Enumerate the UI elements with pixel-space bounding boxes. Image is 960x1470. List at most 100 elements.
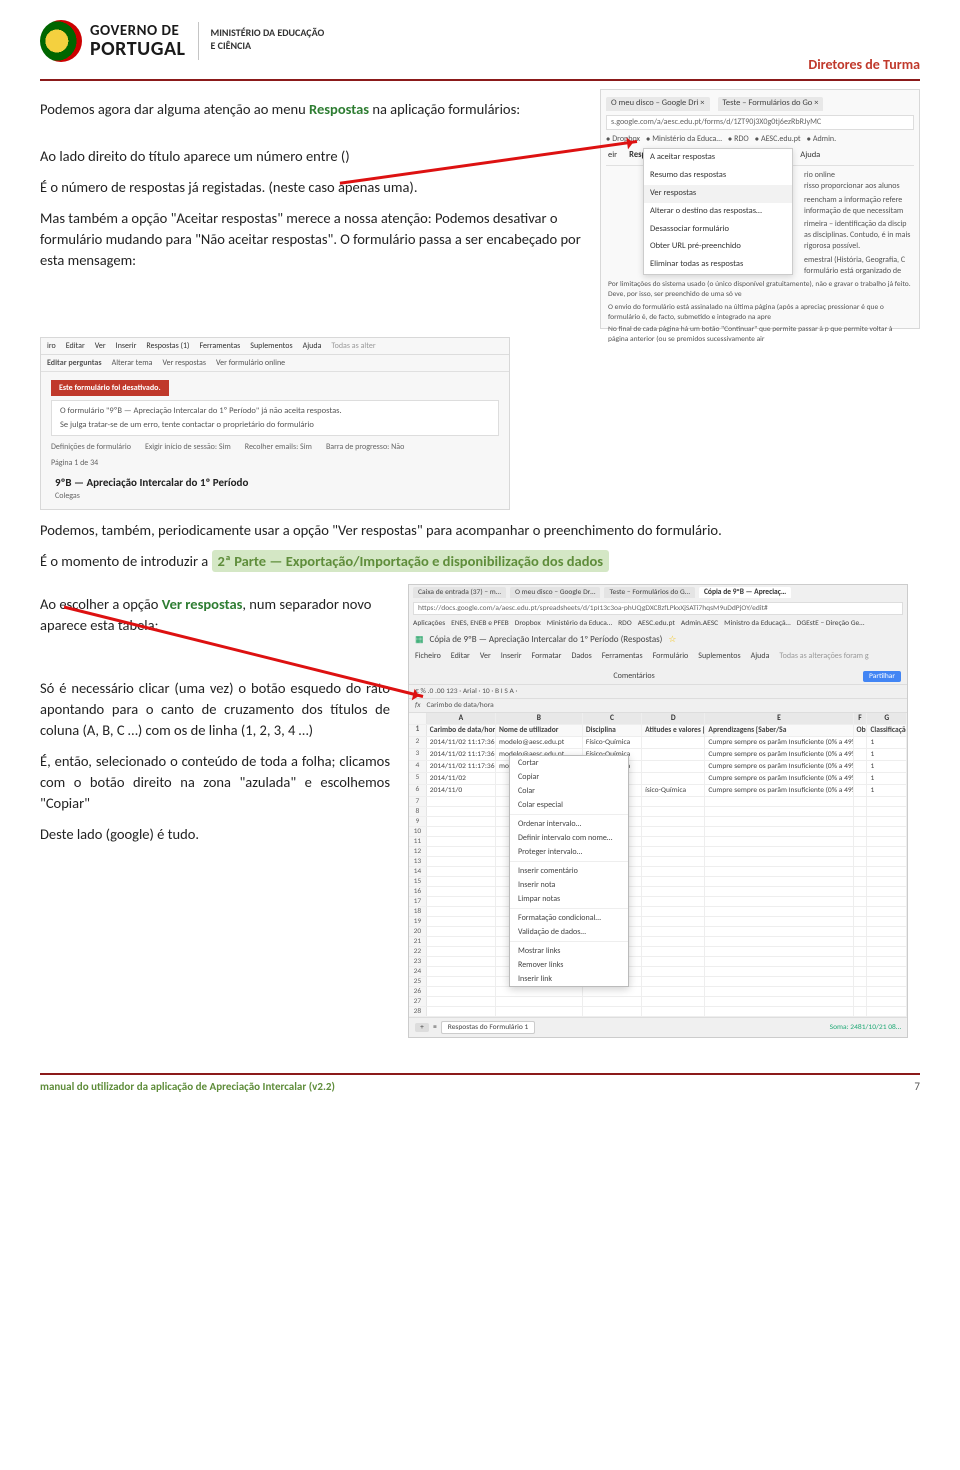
cell[interactable]: 2014/11/02 11:17:36 [427,761,496,772]
cell[interactable]: 2014/11/0 [427,785,496,796]
menu-item[interactable]: Inserir [116,341,137,351]
bookmark-link[interactable]: Ministério da Educa… [646,134,722,145]
cell[interactable] [854,737,868,748]
bookmark-link[interactable]: AESC.edu.pt [638,619,675,628]
context-menu-item[interactable]: Inserir link [510,972,628,986]
menu-item[interactable]: Ferramentas [602,651,643,661]
tb-item[interactable]: Editar perguntas [47,358,102,368]
cell[interactable]: 2014/11/02 [427,773,496,784]
select-all-corner[interactable] [409,713,427,724]
bookmark-link[interactable]: Ministério da Educa… [547,619,612,628]
bookmark-link[interactable]: Aplicações [413,619,445,628]
cell[interactable]: 1 [867,785,907,796]
browser-tab[interactable]: O meu disco – Google Dr… [510,587,601,598]
tb-item[interactable]: Alterar tema [112,358,153,368]
menu-item[interactable]: Respostas (1) [146,341,189,351]
menu-item[interactable]: Ficheiro [415,651,441,661]
cell[interactable] [642,761,705,772]
col-header[interactable]: E [705,713,853,724]
context-menu-item[interactable]: Definir intervalo com nome… [510,831,628,845]
context-menu-item[interactable]: Proteger intervalo… [510,845,628,859]
col-header[interactable]: D [642,713,705,724]
context-menu-item[interactable]: Inserir nota [510,878,628,892]
bookmark-link[interactable]: RDO [618,619,632,628]
col-header[interactable]: A [427,713,496,724]
menu-item[interactable]: Editar [66,341,85,351]
cell[interactable]: 1 [867,773,907,784]
menu-item[interactable]: Ajuda [800,150,820,162]
dropdown-item[interactable]: Obter URL pré-preenchido [644,238,792,256]
browser-tab[interactable]: Teste – Formulários do G… [604,587,694,598]
browser-tab[interactable]: Teste – Formulários do Go × [718,97,824,111]
menu-item[interactable]: Formulário [653,651,689,661]
context-menu-item[interactable]: Remover links [510,958,628,972]
browser-tab[interactable]: O meu disco – Google Dri × [606,97,710,111]
dropdown-item[interactable]: Resumo das respostas [644,167,792,185]
cell[interactable]: modelo@aesc.edu.pt [496,737,583,748]
menu-item[interactable]: Suplementos [698,651,740,661]
menu-item[interactable]: Ver [480,651,491,661]
cell[interactable]: 2014/11/02 11:17:36 [427,737,496,748]
cell[interactable] [642,737,705,748]
all-sheets-button[interactable]: ≡ [433,1023,437,1032]
cell[interactable]: 2014/11/02 11:17:36 [427,749,496,760]
star-icon[interactable]: ☆ [668,634,676,645]
menu-item[interactable]: Formatar [532,651,562,661]
cell[interactable]: 1 [867,749,907,760]
dropdown-item-ver-respostas[interactable]: Ver respostas [644,185,792,203]
col-header[interactable]: C [583,713,642,724]
cell[interactable] [854,749,868,760]
cell[interactable]: Cumpre sempre os parâm Insuficiente (0% … [705,737,853,748]
bookmark-link[interactable]: Ministro da Educaçã… [724,619,791,628]
menu-item[interactable]: eir [608,150,617,162]
menu-item[interactable]: Editar [451,651,470,661]
bookmark-link[interactable]: Dropbox [606,134,640,145]
cell[interactable]: 1 [867,737,907,748]
add-sheet-button[interactable]: + [415,1023,429,1032]
bookmark-link[interactable]: RDO [728,134,749,145]
context-menu-item[interactable]: Ordenar intervalo… [510,817,628,831]
context-menu-item[interactable]: Colar [510,784,628,798]
spreadsheet-grid[interactable]: A B C D E F G 1 Carimbo de data/hora Nom… [409,713,907,1017]
menu-item[interactable]: Ajuda [751,651,770,661]
cell[interactable]: ísico-Química [642,785,705,796]
browser-tab[interactable]: Caixa de entrada (37) – m… [413,587,506,598]
cell[interactable] [642,749,705,760]
context-menu-item[interactable]: Limpar notas [510,892,628,906]
menu-item[interactable]: Ajuda [303,341,322,351]
col-header[interactable]: F [854,713,868,724]
menu-item[interactable]: Ver [95,341,106,351]
menu-item[interactable]: Inserir [501,651,522,661]
cell[interactable]: 1 [867,761,907,772]
spreadsheet-title[interactable]: Cópia de 9ºB — Apreciação Intercalar do … [430,634,663,645]
bookmark-link[interactable]: Admin.AESC [681,619,718,628]
dropdown-item[interactable]: Desassociar formulário [644,221,792,239]
cell[interactable] [642,773,705,784]
bookmark-link[interactable]: AESC.edu.pt [755,134,801,145]
context-menu-item[interactable]: Inserir comentário [510,864,628,878]
menu-item[interactable]: iro [47,341,56,351]
bookmark-link[interactable]: ENES, ENEB e PFEB [451,619,509,628]
context-menu-item[interactable]: Copiar [510,770,628,784]
bookmark-link[interactable]: Admin. [807,134,837,145]
share-button[interactable]: Partilhar [863,671,901,682]
bookmark-link[interactable]: DGEstE – Direção Ge… [797,619,865,628]
tb-item[interactable]: Ver formulário online [216,358,285,368]
menu-item[interactable]: Suplementos [250,341,292,351]
menu-item[interactable]: Ferramentas [199,341,240,351]
context-menu-item[interactable]: Cortar [510,756,628,770]
cell[interactable] [854,785,868,796]
context-menu-item[interactable]: Mostrar links [510,944,628,958]
dropdown-item[interactable]: Eliminar todas as respostas [644,256,792,274]
cell[interactable]: Cumpre sempre os parâm Insuficiente (0% … [705,749,853,760]
browser-tab-active[interactable]: Cópia de 9ºB — Apreciaç… [699,587,791,598]
context-menu-item[interactable]: Formatação condicional… [510,911,628,925]
cell[interactable] [854,773,868,784]
menu-item[interactable]: Dados [571,651,591,661]
col-header[interactable]: G [867,713,907,724]
comments-button[interactable]: Comentários [613,671,654,682]
bookmark-link[interactable]: Dropbox [515,619,541,628]
cell[interactable]: Cumpre sempre os parâm Insuficiente (0% … [705,773,853,784]
col-header[interactable]: B [496,713,583,724]
sheet-tab[interactable]: Respostas do Formulário 1 [441,1021,536,1034]
